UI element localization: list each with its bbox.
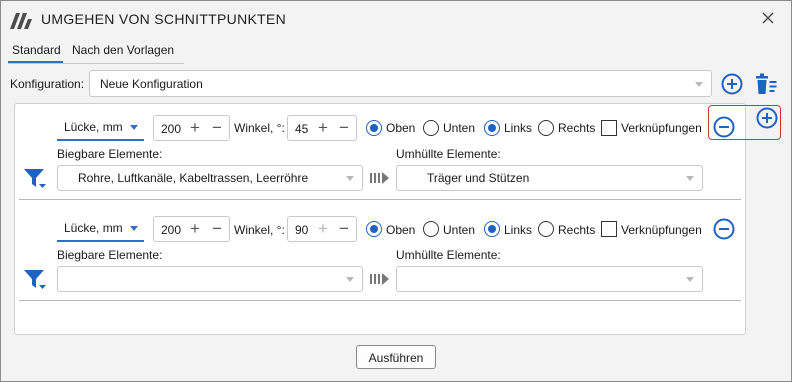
gap-stepper[interactable]: 200 + − [153, 216, 230, 242]
gap-stepper[interactable]: 200 + − [153, 115, 230, 141]
unit-select[interactable]: Lücke, mm [57, 215, 144, 242]
minus-icon[interactable]: − [212, 219, 222, 239]
wrapped-label: Umhüllte Elemente: [396, 248, 501, 262]
bendable-label: Biegbare Elemente: [57, 147, 163, 161]
unit-value: Lücke, mm [64, 221, 123, 235]
chevron-down-icon [346, 176, 354, 181]
bendable-label: Biegbare Elemente: [57, 248, 163, 262]
wrapped-value: Träger und Stützen [427, 171, 530, 185]
unit-value: Lücke, mm [64, 120, 123, 134]
chevron-down-icon [130, 226, 138, 231]
bendable-select[interactable] [57, 266, 363, 292]
radio-right-label: Rechts [558, 121, 596, 135]
row-divider [19, 199, 741, 200]
radio-left[interactable] [484, 221, 500, 237]
plus-icon[interactable]: + [190, 219, 200, 239]
radio-top[interactable] [366, 221, 382, 237]
minus-icon[interactable]: − [212, 118, 222, 138]
filter-icon[interactable] [23, 269, 49, 291]
radio-bottom-label: Unten [443, 121, 476, 135]
add-config-icon[interactable] [721, 73, 743, 95]
radio-top[interactable] [366, 120, 382, 136]
links-checkbox[interactable] [601, 120, 617, 136]
radio-bottom-label: Unten [443, 223, 476, 237]
plus-icon[interactable]: + [318, 219, 328, 239]
row-divider [19, 300, 741, 301]
config-value: Neue Konfiguration [100, 76, 203, 91]
chevron-down-icon [130, 125, 138, 130]
wrapped-select[interactable]: Träger und Stützen [396, 165, 703, 191]
links-checkbox[interactable] [601, 221, 617, 237]
radio-top-label: Oben [386, 121, 416, 135]
gap-value: 200 [161, 122, 182, 136]
wrapped-select[interactable] [396, 266, 703, 292]
tab-strip-divider [8, 63, 184, 64]
angle-stepper[interactable]: 90 + − [287, 216, 357, 242]
angle-value: 90 [295, 223, 309, 237]
minus-icon[interactable]: − [339, 118, 349, 138]
radio-right-label: Rechts [558, 223, 596, 237]
config-select[interactable]: Neue Konfiguration [89, 70, 712, 97]
bendable-select[interactable]: Rohre, Luftkanäle, Kabeltrassen, Leerröh… [57, 165, 363, 191]
chevron-down-icon [686, 277, 694, 282]
angle-stepper[interactable]: 45 + − [287, 115, 357, 141]
close-icon[interactable] [759, 9, 777, 27]
bendable-value: Rohre, Luftkanäle, Kabeltrassen, Leerröh… [78, 171, 309, 185]
links-label: Verknüpfungen [621, 121, 702, 135]
minus-icon[interactable]: − [339, 219, 349, 239]
tab-templates[interactable]: Nach den Vorlagen [72, 43, 174, 57]
angle-value: 45 [295, 122, 309, 136]
dialog-window: UMGEHEN VON SCHNITTPUNKTEN Standard Nach… [0, 0, 792, 382]
remove-rule-icon[interactable] [713, 116, 735, 138]
radio-bottom[interactable] [423, 221, 439, 237]
run-button[interactable]: Ausführen [356, 345, 436, 369]
links-label: Verknüpfungen [621, 223, 702, 237]
remove-rule-icon[interactable] [713, 218, 735, 240]
radio-right[interactable] [538, 221, 554, 237]
window-title: UMGEHEN VON SCHNITTPUNKTEN [41, 11, 287, 27]
delete-config-icon[interactable] [755, 73, 779, 95]
config-label: Konfiguration: [10, 77, 85, 91]
radio-left[interactable] [484, 120, 500, 136]
angle-label: Winkel, °: [234, 223, 285, 237]
run-button-label: Ausführen [368, 351, 424, 365]
arrow-right-icon [370, 273, 389, 285]
arrow-right-icon [370, 172, 389, 184]
radio-left-label: Links [504, 223, 533, 237]
radio-right[interactable] [538, 120, 554, 136]
active-tab-indicator [8, 61, 63, 63]
filter-icon[interactable] [23, 168, 49, 190]
add-rule-icon[interactable] [756, 107, 778, 129]
plus-icon[interactable]: + [190, 118, 200, 138]
gap-value: 200 [161, 223, 182, 237]
chevron-down-icon [686, 176, 694, 181]
app-logo-icon [10, 13, 32, 29]
unit-select[interactable]: Lücke, mm [57, 114, 144, 141]
angle-label: Winkel, °: [234, 121, 285, 135]
tab-standard[interactable]: Standard [12, 43, 61, 57]
chevron-down-icon [346, 277, 354, 282]
plus-icon[interactable]: + [318, 118, 328, 138]
radio-bottom[interactable] [423, 120, 439, 136]
radio-top-label: Oben [386, 223, 416, 237]
chevron-down-icon [695, 81, 703, 87]
radio-left-label: Links [504, 121, 533, 135]
wrapped-label: Umhüllte Elemente: [396, 147, 501, 161]
